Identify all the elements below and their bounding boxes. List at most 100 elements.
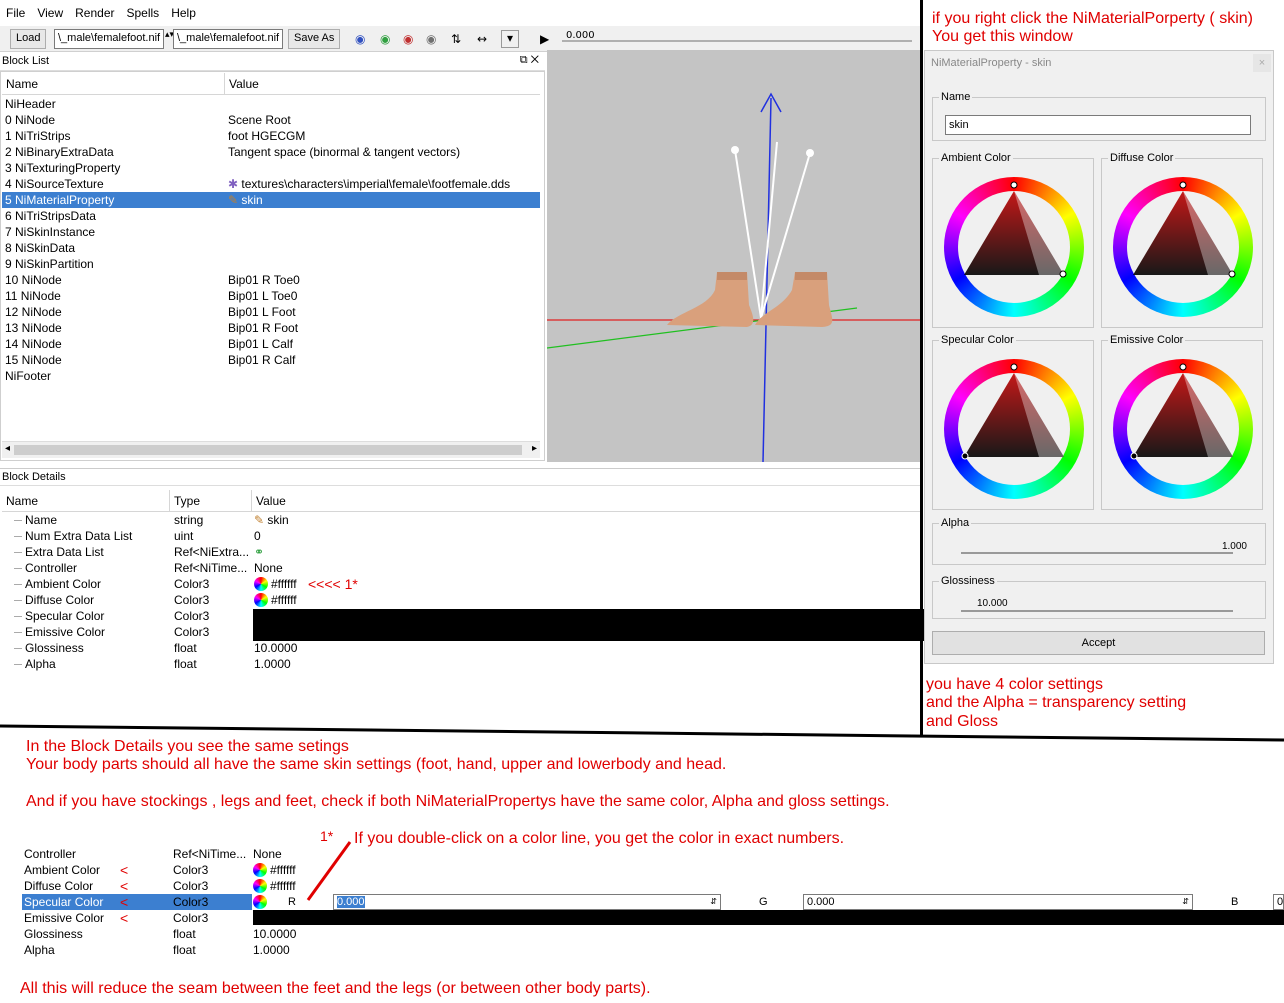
block-list-row[interactable]: 1 NiTriStrips foot HGECGM: [2, 128, 540, 144]
pointer-marker: <: [120, 894, 129, 910]
block-list-row[interactable]: 3 NiTexturingProperty: [2, 160, 540, 176]
block-list-row[interactable]: 14 NiNode Bip01 L Calf: [2, 336, 540, 352]
zoom-value-text: #ffffff: [270, 879, 296, 893]
detail-row[interactable]: Controller Ref<NiTime... None: [2, 560, 920, 576]
block-list-row[interactable]: 4 NiSourceTexture ✱ textures\characters\i…: [2, 176, 540, 192]
menu-spells[interactable]: Spells: [127, 6, 160, 20]
block-value: Bip01 L Foot: [228, 304, 296, 320]
col-type[interactable]: Type: [174, 494, 200, 508]
r-field[interactable]: 0.000 ⇵: [333, 894, 721, 910]
save-file-combo[interactable]: \_male\femalefoot.nif: [173, 29, 283, 49]
col-name[interactable]: Name: [6, 77, 38, 91]
block-list-row[interactable]: 9 NiSkinPartition: [2, 256, 540, 272]
view-top-icon[interactable]: ◉: [403, 32, 413, 46]
menu-help[interactable]: Help: [171, 6, 196, 20]
b-field[interactable]: 0: [1273, 894, 1284, 910]
zoom-row[interactable]: Glossiness float 10.0000: [0, 926, 1284, 942]
block-list-row[interactable]: 15 NiNode Bip01 R Calf: [2, 352, 540, 368]
block-list-row[interactable]: 13 NiNode Bip01 R Foot: [2, 320, 540, 336]
color-wheel-icon: [253, 879, 267, 893]
diffuse-color-wheel[interactable]: [1113, 177, 1253, 317]
note-window: You get this window: [932, 28, 1073, 45]
zoom-value: #ffffff: [253, 862, 296, 878]
color-redaction-bar: [253, 609, 924, 641]
zoom-name: Specular Color: [22, 894, 252, 910]
detail-row[interactable]: Extra Data List Ref<NiExtra... ⚭: [2, 544, 920, 560]
block-list-row[interactable]: 11 NiNode Bip01 L Toe0: [2, 288, 540, 304]
color-wheel-icon: [254, 593, 268, 607]
block-details-title: Block Details: [0, 468, 920, 486]
zoom-row[interactable]: Controller Ref<NiTime... None: [0, 846, 1284, 862]
time-slider[interactable]: [562, 40, 912, 42]
g-field[interactable]: 0.000 ⇵: [803, 894, 1193, 910]
detail-row[interactable]: Ambient Color Color3 #ffffff: [2, 576, 920, 592]
detail-row[interactable]: Name string ✎ skin: [2, 512, 920, 528]
accept-button[interactable]: Accept: [932, 631, 1265, 655]
block-list-row[interactable]: NiHeader: [2, 96, 540, 112]
emissive-color-wheel[interactable]: [1113, 359, 1253, 499]
block-list-row[interactable]: 12 NiNode Bip01 L Foot: [2, 304, 540, 320]
view-dropdown-icon[interactable]: ▾: [501, 30, 519, 48]
block-value-text: Tangent space (binormal & tangent vector…: [228, 145, 461, 159]
name-input[interactable]: skin: [945, 115, 1251, 135]
block-list-row[interactable]: 10 NiNode Bip01 R Toe0: [2, 272, 540, 288]
load-file-combo[interactable]: \_male\femalefoot.nif: [54, 29, 164, 49]
save-as-button[interactable]: Save As: [288, 29, 341, 49]
menu-file[interactable]: File: [6, 6, 25, 20]
col-value[interactable]: Value: [229, 77, 259, 91]
block-list-row[interactable]: 2 NiBinaryExtraData Tangent space (binorm…: [2, 144, 540, 160]
menu-view[interactable]: View: [37, 6, 63, 20]
detail-row[interactable]: Glossiness float 10.0000: [2, 640, 920, 656]
render-view[interactable]: [547, 50, 920, 462]
material-dialog: NiMaterialProperty - skin × Name skin Am…: [924, 50, 1274, 664]
block-list-row[interactable]: 8 NiSkinData: [2, 240, 540, 256]
col-value[interactable]: Value: [256, 494, 286, 508]
flip-icon[interactable]: ⇅: [451, 32, 461, 46]
block-value: Bip01 R Foot: [228, 320, 298, 336]
view-side-icon[interactable]: ◉: [380, 32, 390, 46]
scroll-left-icon[interactable]: ◂: [5, 443, 10, 454]
axis-icon[interactable]: ↔: [477, 32, 487, 46]
block-list-row[interactable]: 0 NiNode Scene Root: [2, 112, 540, 128]
zoom-type: Color3: [173, 863, 209, 877]
detail-row[interactable]: Diffuse Color Color3 #ffffff: [2, 592, 920, 608]
block-list-row[interactable]: NiFooter: [2, 368, 540, 384]
scroll-right-icon[interactable]: ▸: [532, 443, 537, 454]
col-name[interactable]: Name: [6, 494, 38, 508]
close-icon[interactable]: ⧉ ✕: [520, 54, 539, 67]
zoom-row[interactable]: Diffuse Color Color3 < #ffffff: [0, 878, 1284, 894]
alpha-slider[interactable]: [961, 552, 1233, 554]
view-user-icon[interactable]: ◉: [426, 32, 436, 46]
note-color-settings: you have 4 color settings: [926, 676, 1103, 693]
zoom-type: Color3: [173, 895, 209, 909]
block-list-row[interactable]: 5 NiMaterialProperty ✎ skin: [2, 192, 540, 208]
menu-render[interactable]: Render: [75, 6, 114, 20]
detail-row[interactable]: Num Extra Data List uint 0: [2, 528, 920, 544]
zoom-row[interactable]: Ambient Color Color3 < #ffffff: [0, 862, 1284, 878]
load-button[interactable]: Load: [10, 29, 47, 49]
gloss-slider[interactable]: [961, 610, 1233, 612]
specular-label: Specular Color: [939, 334, 1016, 346]
note-block-details: In the Block Details you see the same se…: [26, 738, 349, 755]
ambient-color-wheel[interactable]: [944, 177, 1084, 317]
detail-row[interactable]: Alpha float 1.0000: [2, 656, 920, 672]
dialog-close-icon[interactable]: ×: [1253, 54, 1271, 72]
pointer-marker: <: [120, 862, 129, 878]
zoom-row[interactable]: Alpha float 1.0000: [0, 942, 1284, 958]
block-list-scrollbar[interactable]: ◂ ▸: [2, 441, 540, 458]
zoom-value: [253, 894, 270, 910]
note-seam: All this will reduce the seam between th…: [20, 980, 651, 997]
play-icon[interactable]: ▶: [540, 32, 549, 46]
block-list-row[interactable]: 7 NiSkinInstance: [2, 224, 540, 240]
detail-type: Color3: [174, 609, 210, 623]
view-front-icon[interactable]: ◉: [355, 32, 365, 46]
detail-name: Extra Data List: [25, 545, 104, 559]
block-list-row[interactable]: 6 NiTriStripsData: [2, 208, 540, 224]
detail-value-text: None: [254, 561, 283, 575]
zoom-value: 10.0000: [253, 926, 296, 942]
block-list-title: Block List ⧉ ✕: [0, 53, 545, 71]
specular-color-wheel[interactable]: [944, 359, 1084, 499]
color-wheel-icon: [253, 863, 267, 877]
scroll-thumb[interactable]: [14, 445, 522, 455]
block-value: Bip01 L Calf: [228, 336, 293, 352]
